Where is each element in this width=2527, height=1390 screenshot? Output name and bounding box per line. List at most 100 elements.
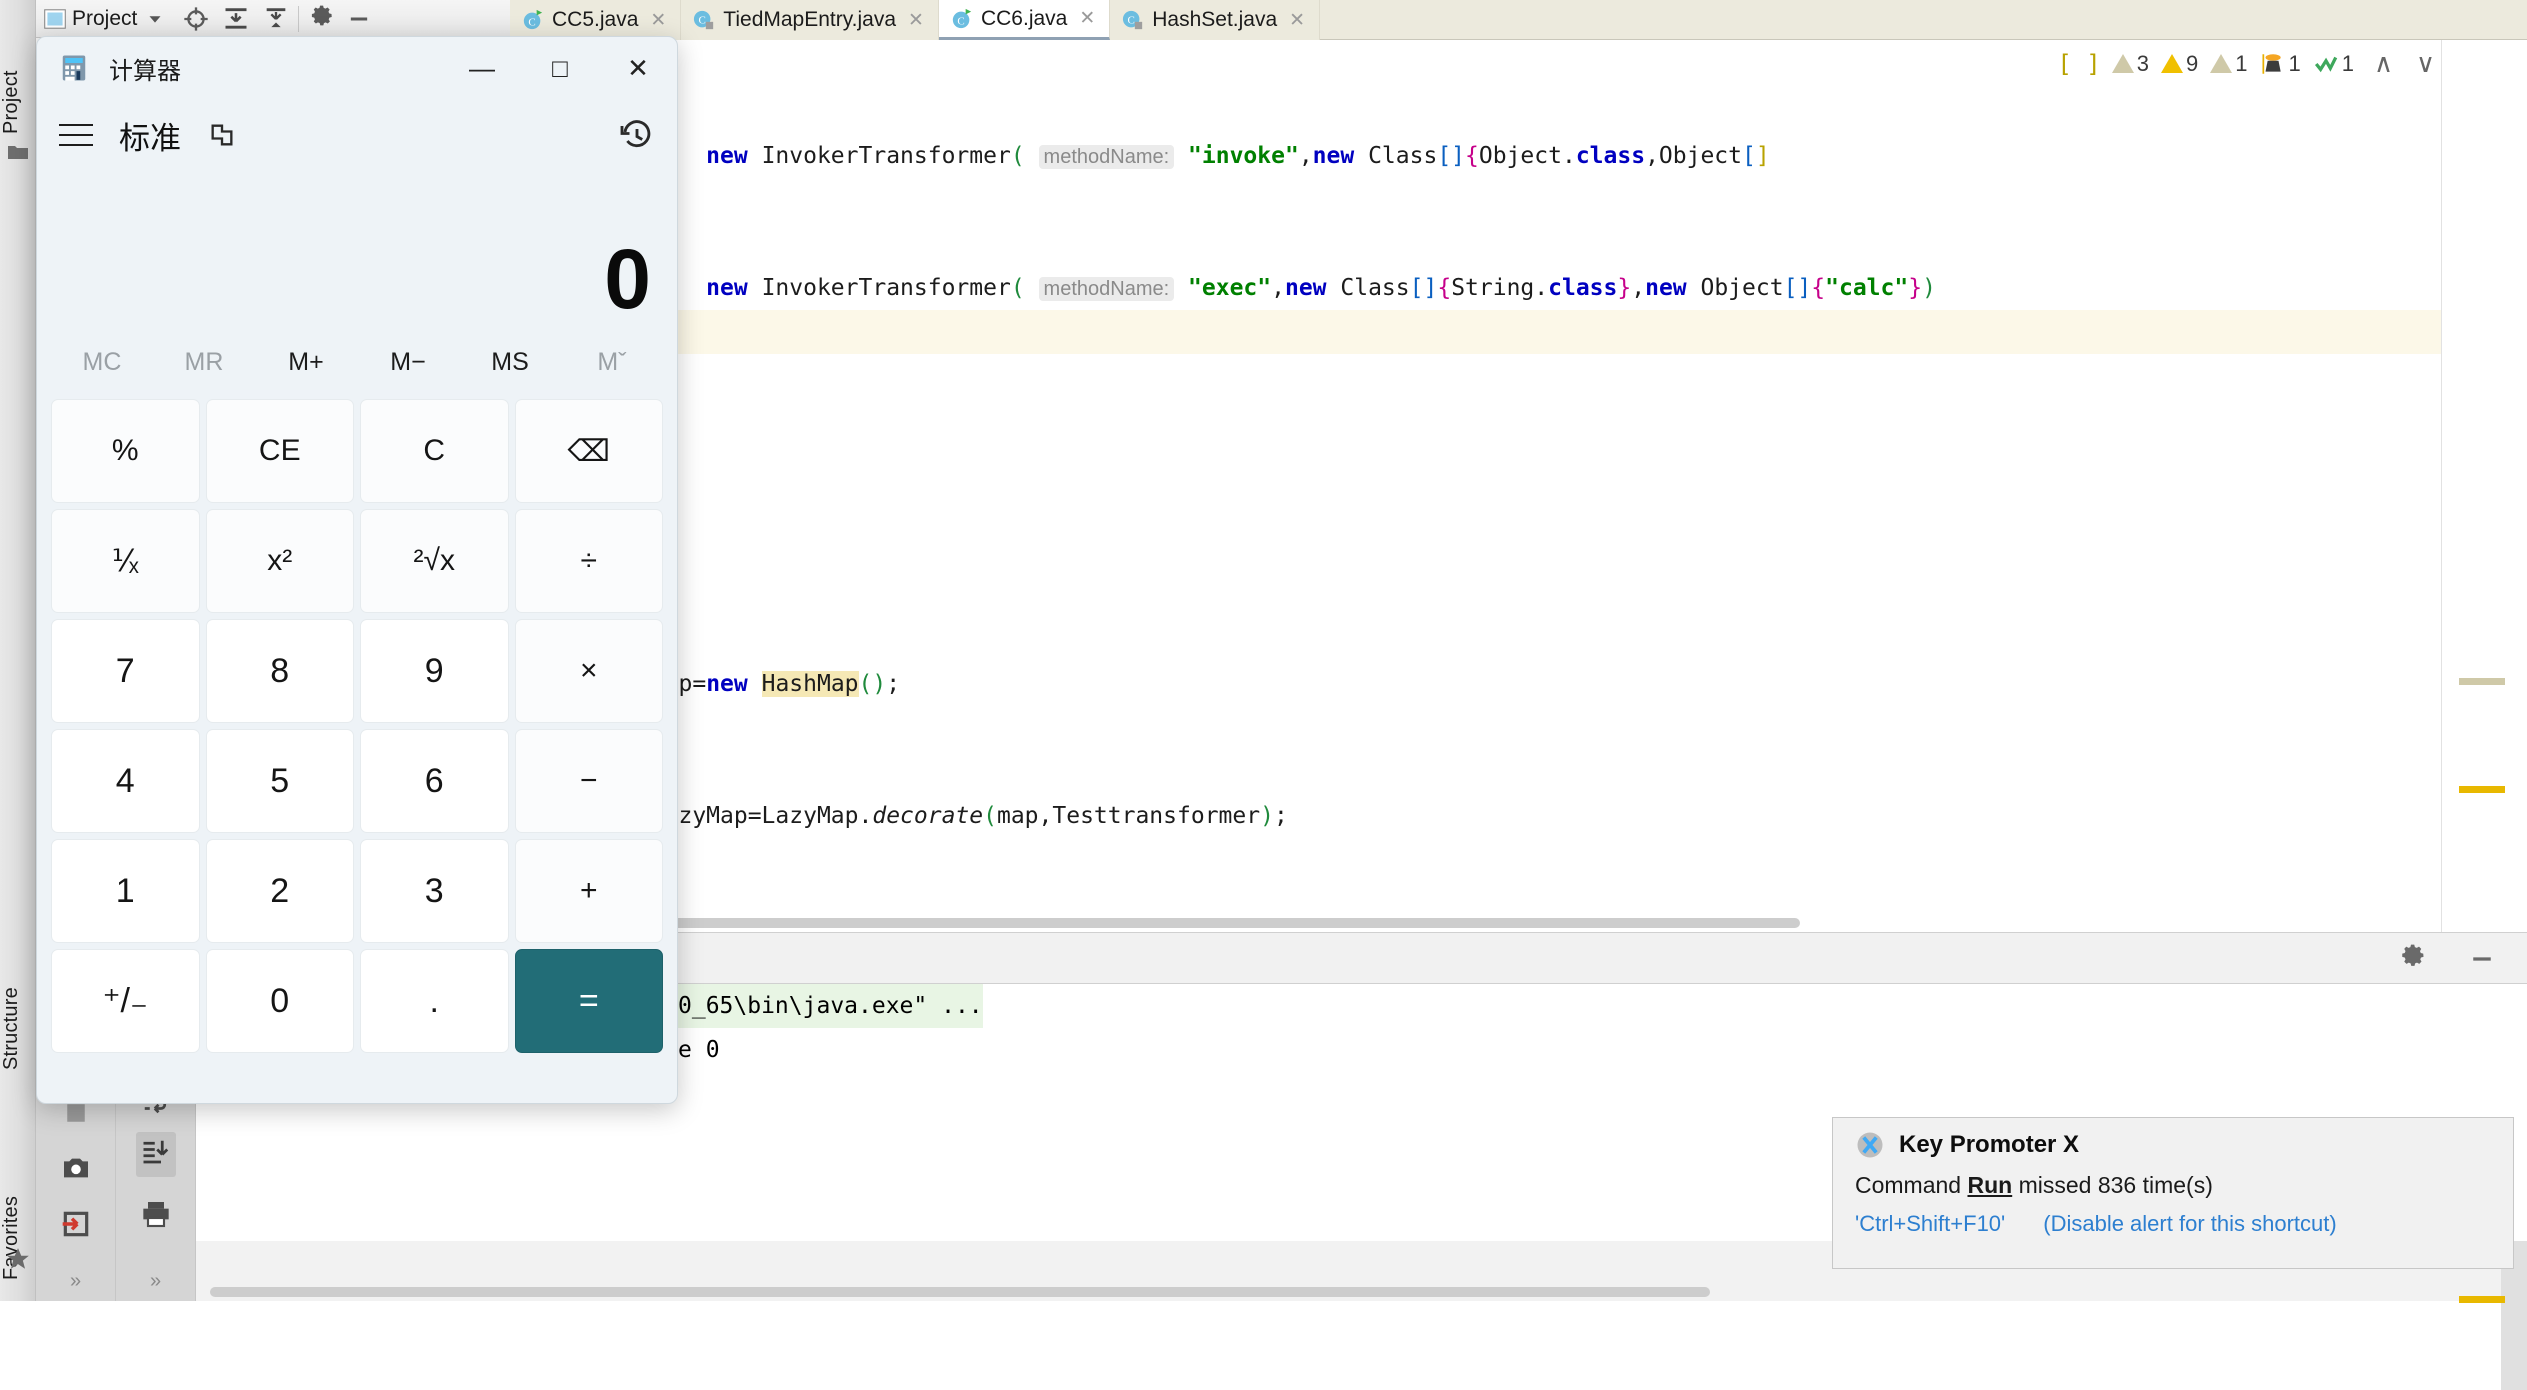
scroll-to-end-icon[interactable] (136, 1132, 176, 1177)
digit-4-key[interactable]: 4 (51, 729, 200, 833)
digit-1-key[interactable]: 1 (51, 839, 200, 943)
clear-entry-key[interactable]: CE (206, 399, 355, 503)
collapse-all-icon[interactable] (262, 5, 290, 33)
project-window-icon (42, 6, 68, 32)
history-icon[interactable] (619, 117, 655, 153)
multiply-key[interactable]: × (515, 619, 664, 723)
subtract-key[interactable]: − (515, 729, 664, 833)
prev-problem-icon[interactable]: ∧ (2374, 48, 2393, 79)
close-icon[interactable]: ✕ (1289, 9, 1305, 32)
inspection-count: 9 (2186, 51, 2198, 77)
code-line: Map map=new HashMap(); (540, 662, 2441, 706)
inspection-ok[interactable]: 1 (2313, 51, 2354, 77)
run-actions-column-2: » (116, 1080, 196, 1301)
memory-subtract-button[interactable]: M− (357, 348, 459, 377)
add-key[interactable]: + (515, 839, 664, 943)
square-root-key[interactable]: ²√x (360, 509, 509, 613)
clear-key[interactable]: C (360, 399, 509, 503)
key-promoter-icon (1855, 1130, 1885, 1160)
maximize-button[interactable]: □ (521, 37, 599, 99)
hamburger-menu-icon[interactable] (59, 122, 93, 148)
memory-add-button[interactable]: M+ (255, 348, 357, 377)
digit-3-key[interactable]: 3 (360, 839, 509, 943)
project-view-selector[interactable]: Project (36, 0, 172, 38)
divide-key[interactable]: ÷ (515, 509, 664, 613)
print-icon[interactable] (140, 1198, 172, 1235)
memory-recall-button[interactable]: MR (153, 348, 255, 377)
digit-6-key[interactable]: 6 (360, 729, 509, 833)
equals-key[interactable]: = (515, 949, 664, 1053)
project-toolbar: Project (36, 0, 510, 38)
next-problem-icon[interactable]: ∨ (2416, 48, 2435, 79)
memory-store-button[interactable]: MS (459, 348, 561, 377)
editor-horizontal-scrollbar[interactable] (510, 918, 1800, 928)
tab-hashset-java[interactable]: C HashSet.java ✕ (1110, 0, 1320, 40)
check-green-icon (2313, 51, 2339, 77)
inspection-grey-warning-1[interactable]: 3 (2112, 51, 2149, 77)
reciprocal-key[interactable]: ⅟ₓ (51, 509, 200, 613)
minimize-button[interactable]: — (443, 37, 521, 99)
keep-on-top-icon[interactable] (207, 121, 237, 149)
sidebar-item-structure-label: Structure (0, 987, 22, 1070)
warning-triangle-yellow-icon (2161, 54, 2183, 73)
sidebar-item-project[interactable]: Project (0, 4, 36, 134)
more-actions-icon[interactable]: » (70, 1270, 81, 1293)
more-actions-icon[interactable]: » (150, 1270, 161, 1293)
decimal-point-key[interactable]: . (360, 949, 509, 1053)
calculator-mode-label: 标准 (119, 113, 181, 158)
gear-icon[interactable] (307, 5, 335, 33)
digit-2-key[interactable]: 2 (206, 839, 355, 943)
digit-9-key[interactable]: 9 (360, 619, 509, 723)
project-folder-icon (6, 140, 30, 164)
warning-triangle-grey-icon (2112, 54, 2134, 73)
inspection-grey-warning-2[interactable]: 1 (2210, 51, 2247, 77)
brackets-icon: [ ] (2057, 50, 2100, 78)
square-key[interactable]: x² (206, 509, 355, 613)
tab-tiedmapentry-java[interactable]: C TiedMapEntry.java ✕ (681, 0, 939, 40)
minimize-icon[interactable] (2467, 944, 2497, 974)
expand-all-icon[interactable] (222, 5, 250, 33)
calculator-titlebar[interactable]: 计算器 — □ ✕ (37, 37, 677, 99)
console-horizontal-scrollbar[interactable] (210, 1287, 1710, 1297)
chevron-down-icon[interactable] (144, 8, 166, 30)
backspace-key[interactable]: ⌫ (515, 399, 664, 503)
project-toolbar-label: Project (72, 7, 137, 31)
message-command: Run (1967, 1172, 2012, 1198)
sidebar-item-structure[interactable]: Structure (0, 910, 36, 1070)
code-line (540, 530, 2441, 574)
shortcut-hint[interactable]: 'Ctrl+Shift+F10' (1855, 1211, 2005, 1237)
percent-key[interactable]: % (51, 399, 200, 503)
close-icon[interactable]: ✕ (1079, 7, 1095, 30)
key-promoter-message: Command Run missed 836 time(s) (1855, 1172, 2491, 1199)
digit-5-key[interactable]: 5 (206, 729, 355, 833)
inspection-widget[interactable]: [ ] 3 9 1 1 1 ∧ ∨ (2057, 48, 2435, 79)
marker-gutter[interactable] (2441, 40, 2527, 932)
tab-cc5-java[interactable]: C CC5.java ✕ (510, 0, 681, 40)
java-class-icon: C (951, 8, 973, 30)
digit-8-key[interactable]: 8 (206, 619, 355, 723)
close-icon[interactable]: ✕ (650, 9, 666, 32)
export-icon[interactable] (60, 1208, 92, 1245)
digit-7-key[interactable]: 7 (51, 619, 200, 723)
locate-target-icon[interactable] (182, 5, 210, 33)
disable-alert-link[interactable]: (Disable alert for this shortcut) (2043, 1211, 2336, 1237)
close-icon[interactable]: ✕ (908, 9, 924, 32)
memory-list-button[interactable]: Mˇ (561, 348, 663, 377)
digit-0-key[interactable]: 0 (206, 949, 355, 1053)
inspection-yellow-warning[interactable]: 9 (2161, 51, 2198, 77)
code-content: new InvokerTransformer( methodName: "inv… (540, 46, 2441, 932)
tab-cc6-java[interactable]: C CC6.java ✕ (939, 0, 1110, 40)
sign-toggle-key[interactable]: ⁺/₋ (51, 949, 200, 1053)
code-editor[interactable]: new InvokerTransformer( methodName: "inv… (510, 40, 2441, 932)
calculator-window[interactable]: 计算器 — □ ✕ 标准 (36, 36, 678, 1104)
close-button[interactable]: ✕ (599, 37, 677, 99)
key-promoter-notification[interactable]: Key Promoter X Command Run missed 836 ti… (1832, 1117, 2514, 1269)
key-promoter-links: 'Ctrl+Shift+F10' (Disable alert for this… (1855, 1211, 2491, 1237)
memory-clear-button[interactable]: MC (51, 348, 153, 377)
inspection-typo[interactable]: 1 (2259, 51, 2300, 77)
gear-icon[interactable] (2397, 944, 2427, 974)
calculator-mode-bar: 标准 (37, 99, 677, 171)
typo-icon (2259, 51, 2285, 77)
camera-icon[interactable] (60, 1152, 92, 1189)
hide-panel-icon[interactable] (345, 5, 373, 33)
